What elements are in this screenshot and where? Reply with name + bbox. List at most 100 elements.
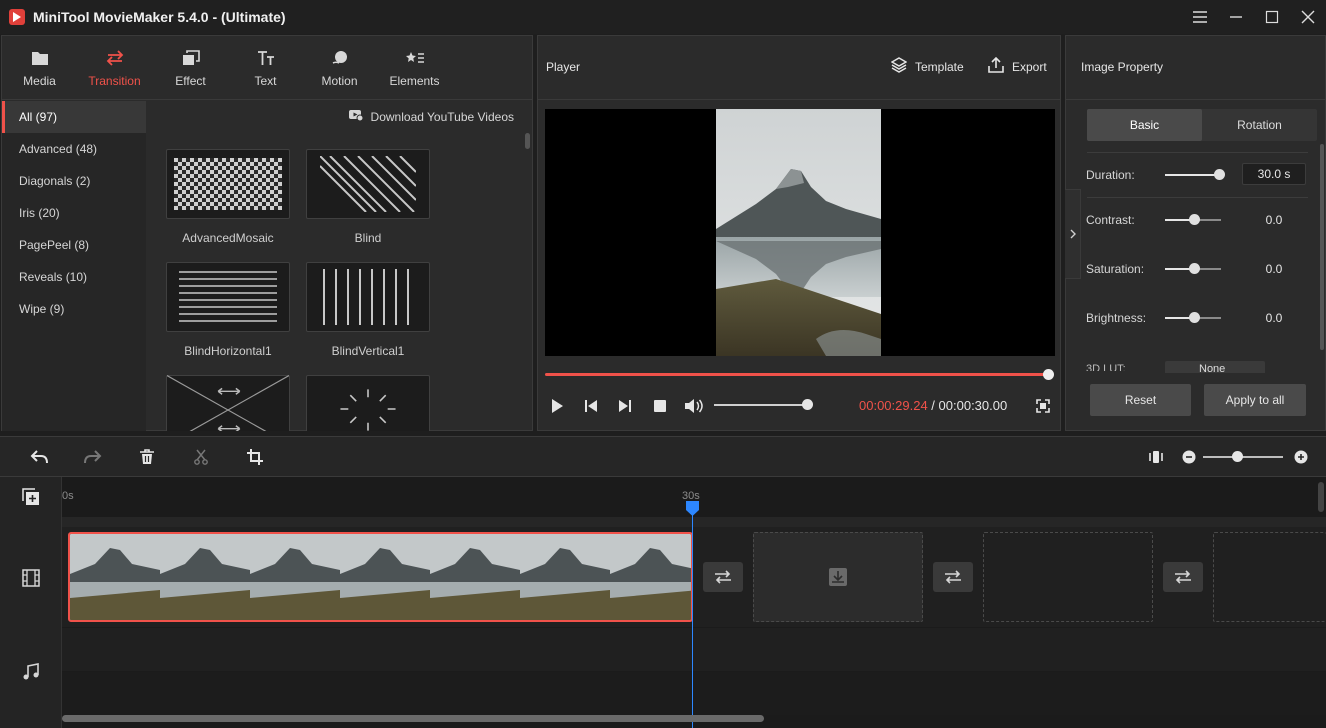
previous-frame-icon[interactable]: [583, 397, 599, 415]
preview-screen[interactable]: [545, 109, 1055, 356]
drop-media-icon: [829, 568, 847, 586]
saturation-handle[interactable]: [1189, 263, 1200, 274]
playback-progress-handle[interactable]: [1043, 369, 1054, 380]
playback-progress-bar[interactable]: [545, 373, 1049, 376]
contrast-value: 0.0: [1265, 213, 1283, 227]
timeline-toolbar: [0, 436, 1326, 477]
timeline-vertical-scrollbar[interactable]: [1318, 482, 1324, 512]
menu-icon[interactable]: [1182, 0, 1218, 34]
crop-icon[interactable]: [245, 447, 265, 467]
clip-frame: [520, 534, 610, 620]
clip-frame: [70, 534, 160, 620]
lut-select[interactable]: None: [1165, 361, 1265, 375]
brightness-handle[interactable]: [1189, 312, 1200, 323]
transition-slot-button[interactable]: [933, 562, 973, 592]
transition-icon: [1175, 570, 1191, 584]
transition-label: BlindHorizontal1: [184, 344, 272, 358]
volume-icon[interactable]: [683, 397, 705, 415]
property-tabs: Basic Rotation: [1087, 109, 1317, 141]
play-icon[interactable]: [549, 397, 565, 415]
category-pagepeel[interactable]: PagePeel (8): [2, 229, 146, 261]
time-separator: /: [927, 398, 939, 413]
timeline-horizontal-scrollbar[interactable]: [62, 715, 764, 722]
volume-slider[interactable]: [714, 404, 806, 406]
ruler-label: 0s: [62, 490, 74, 502]
tab-motion[interactable]: Motion: [302, 36, 377, 100]
tab-elements-label: Elements: [389, 74, 440, 88]
close-icon[interactable]: [1290, 0, 1326, 34]
library-scrollbar[interactable]: [525, 133, 530, 149]
lut-label: 3D LUT:: [1086, 363, 1126, 371]
effect-icon: [182, 49, 200, 67]
transition-label: Blind: [354, 231, 382, 245]
template-button[interactable]: Template: [890, 57, 964, 76]
transition-label: BlindVertical1: [331, 344, 405, 358]
transition-slot-button[interactable]: [1163, 562, 1203, 592]
title-bar: MiniTool MovieMaker 5.4.0 - (Ultimate): [0, 0, 1326, 34]
category-advanced[interactable]: Advanced (48): [2, 133, 146, 165]
download-youtube-button[interactable]: Download YouTube Videos: [348, 109, 514, 124]
tab-effect[interactable]: Effect: [153, 36, 228, 100]
category-wipe[interactable]: Wipe (9): [2, 293, 146, 325]
transition-thumb-blind[interactable]: [306, 149, 430, 219]
tab-text[interactable]: Text: [228, 36, 303, 100]
clip-frame: [610, 534, 691, 620]
empty-clip-slot[interactable]: [983, 532, 1153, 622]
export-icon: [988, 56, 1004, 76]
fullscreen-icon[interactable]: [1035, 397, 1051, 415]
brightness-value: 0.0: [1265, 311, 1283, 325]
duration-handle[interactable]: [1214, 169, 1225, 180]
zoom-out-icon[interactable]: [1179, 447, 1199, 467]
undo-icon[interactable]: [29, 447, 49, 467]
category-iris[interactable]: Iris (20): [2, 197, 146, 229]
category-reveals[interactable]: Reveals (10): [2, 261, 146, 293]
transition-thumb-advancedmosaic[interactable]: [166, 149, 290, 219]
transition-thumb-radial[interactable]: [306, 375, 430, 431]
category-all[interactable]: All (97): [2, 101, 146, 133]
timeline-zoom-slider[interactable]: [1203, 456, 1283, 458]
export-button[interactable]: Export: [988, 56, 1047, 76]
delete-icon[interactable]: [137, 447, 157, 467]
tab-media-label: Media: [23, 74, 56, 88]
transition-thumb-blindvertical1[interactable]: [306, 262, 430, 332]
tab-transition[interactable]: Transition: [77, 36, 152, 100]
next-frame-icon[interactable]: [617, 397, 633, 415]
transition-icon: [715, 570, 731, 584]
chevron-right-icon: [1070, 229, 1076, 239]
category-diagonals[interactable]: Diagonals (2): [2, 165, 146, 197]
empty-clip-slot[interactable]: [753, 532, 923, 622]
timeline-zoom-handle[interactable]: [1232, 451, 1243, 462]
tab-elements[interactable]: Elements: [377, 36, 452, 100]
split-icon[interactable]: [191, 447, 211, 467]
youtube-download-icon: [348, 109, 364, 124]
transition-slot-button[interactable]: [703, 562, 743, 592]
tab-transition-label: Transition: [88, 74, 141, 88]
add-track-icon[interactable]: [22, 488, 40, 509]
timecode: 00:00:29.24 / 00:00:30.00: [859, 398, 1007, 413]
reset-button[interactable]: Reset: [1090, 384, 1191, 416]
transition-thumb-cross[interactable]: [166, 375, 290, 431]
tab-rotation[interactable]: Rotation: [1202, 109, 1317, 141]
minimize-icon[interactable]: [1218, 0, 1254, 34]
tab-basic[interactable]: Basic: [1087, 109, 1202, 141]
fit-timeline-icon[interactable]: [1146, 447, 1166, 467]
apply-to-all-button[interactable]: Apply to all: [1204, 384, 1306, 416]
stop-icon[interactable]: [652, 397, 668, 415]
zoom-in-icon[interactable]: [1291, 447, 1311, 467]
music-track[interactable]: [62, 628, 1326, 671]
video-clip[interactable]: [68, 532, 693, 622]
redo-icon[interactable]: [83, 447, 103, 467]
transition-thumb-blindhorizontal1[interactable]: [166, 262, 290, 332]
timeline: 0s 30s: [0, 477, 1326, 728]
property-scrollbar[interactable]: [1320, 144, 1324, 350]
empty-clip-slot[interactable]: [1213, 532, 1326, 622]
volume-handle[interactable]: [802, 399, 813, 410]
maximize-icon[interactable]: [1254, 0, 1290, 34]
transition-icon: [106, 49, 124, 67]
collapse-panel-button[interactable]: [1065, 189, 1081, 279]
duration-slider[interactable]: [1165, 174, 1221, 176]
duration-value[interactable]: 30.0 s: [1242, 163, 1306, 185]
music-track-icon: [22, 663, 40, 684]
tab-media[interactable]: Media: [2, 36, 77, 100]
contrast-handle[interactable]: [1189, 214, 1200, 225]
